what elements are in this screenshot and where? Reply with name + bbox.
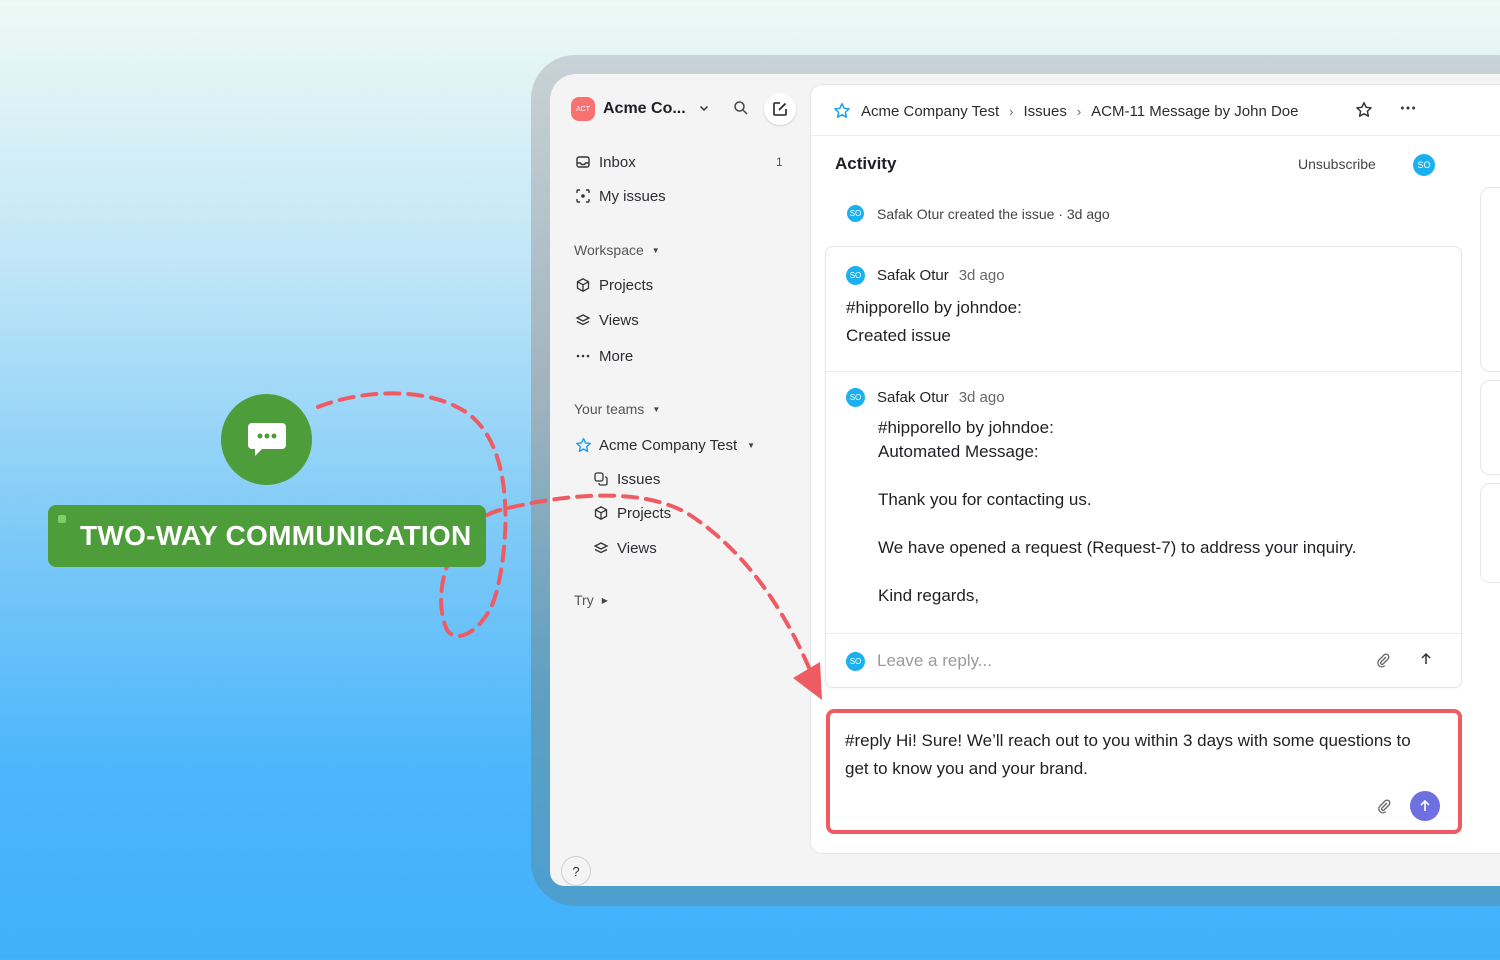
try-section-header[interactable]: Try ▶: [574, 592, 608, 608]
workspace-section-header[interactable]: Workspace ▼: [574, 242, 660, 258]
details-card: [1480, 380, 1500, 475]
search-icon[interactable]: [733, 100, 751, 118]
badge-dot: [58, 515, 66, 523]
breadcrumb-issues[interactable]: Issues: [1023, 103, 1066, 120]
sidebar-item-label: My issues: [599, 187, 666, 205]
compose-icon: [773, 102, 787, 116]
star-icon[interactable]: [833, 102, 851, 120]
caret-right-icon: ▶: [601, 595, 608, 605]
event-text: Safak Otur created the issue · 3d ago: [877, 205, 1110, 222]
target-icon: [574, 187, 592, 205]
teams-section-header[interactable]: Your teams ▼: [574, 401, 660, 417]
sidebar-item-label: Views: [617, 539, 657, 557]
caret-down-icon: ▼: [651, 245, 660, 255]
avatar: SO: [846, 266, 865, 285]
layers-icon: [592, 539, 610, 557]
breadcrumb: Acme Company Test › Issues › ACM-11 Mess…: [833, 101, 1299, 121]
sidebar-item-team-issues[interactable]: Issues: [592, 467, 660, 491]
details-card: [1480, 483, 1500, 583]
inbox-icon: [574, 153, 592, 171]
send-button[interactable]: [1410, 791, 1440, 821]
section-label: Try: [574, 592, 594, 608]
section-label: Workspace: [574, 242, 644, 258]
paperclip-icon[interactable]: [1375, 652, 1391, 668]
sidebar-item-more[interactable]: More: [574, 344, 633, 368]
comment-time: 3d ago: [958, 389, 1005, 406]
comment-composer[interactable]: #reply Hi! Sure! We’ll reach out to you …: [826, 709, 1462, 834]
favorite-star-icon[interactable]: [1355, 101, 1373, 124]
cube-icon: [592, 504, 610, 522]
sidebar-item-my-issues[interactable]: My issues: [574, 184, 666, 208]
sidebar-item-label: Projects: [599, 276, 654, 294]
reply-input[interactable]: [877, 651, 1347, 671]
feature-label: TWO-WAY COMMUNICATION: [48, 505, 486, 567]
details-card: [1480, 187, 1500, 372]
issue-panel: Acme Company Test › Issues › ACM-11 Mess…: [810, 84, 1500, 854]
chat-bubble-icon: [247, 422, 286, 456]
sidebar: ACT Acme Co... Inbox 1 My issues Workspa…: [550, 74, 810, 886]
comment-divider: [826, 371, 1461, 372]
reply-row: SO: [846, 651, 1347, 671]
layers-icon: [574, 311, 592, 329]
sidebar-item-label: More: [599, 347, 634, 365]
sidebar-item-team-projects[interactable]: Projects: [592, 501, 671, 525]
sidebar-item-label: Acme Company Test: [599, 436, 738, 454]
sidebar-item-label: Views: [599, 311, 639, 329]
sidebar-item-projects[interactable]: Projects: [574, 273, 653, 297]
sidebar-item-team-views[interactable]: Views: [592, 536, 657, 560]
compose-button[interactable]: [764, 93, 796, 125]
comment-header: SO Safak Otur 3d ago: [846, 388, 1005, 407]
inbox-count: 1: [776, 155, 783, 169]
breadcrumb-issue: ACM-11 Message by John Doe: [1091, 102, 1299, 120]
section-label: Your teams: [574, 401, 645, 417]
feature-label-text: TWO-WAY COMMUNICATION: [80, 520, 472, 551]
paperclip-icon[interactable]: [1376, 798, 1392, 814]
sidebar-item-inbox[interactable]: Inbox: [574, 150, 636, 174]
breadcrumb-team[interactable]: Acme Company Test: [861, 103, 999, 120]
chat-bubble-badge: [221, 394, 312, 485]
workspace-logo: ACT: [571, 97, 595, 121]
avatar: SO: [847, 205, 864, 222]
arrow-up-icon: [1420, 799, 1430, 811]
comment-body: #hipporello by johndoe: Created issue: [846, 298, 1022, 345]
caret-down-icon: ▼: [652, 404, 661, 414]
chevron-right-icon: ›: [1076, 103, 1082, 119]
avatar: SO: [846, 388, 865, 407]
sidebar-item-views[interactable]: Views: [574, 308, 639, 332]
sidebar-item-label: Issues: [617, 470, 661, 488]
help-button[interactable]: ?: [561, 856, 591, 886]
comment-author: Safak Otur: [877, 267, 949, 284]
header-divider: [811, 135, 1500, 136]
comment-header: SO Safak Otur 3d ago: [846, 266, 1005, 285]
sidebar-team-acme[interactable]: Acme Company Test ▼: [574, 433, 755, 457]
star-icon: [574, 436, 592, 454]
more-options-icon[interactable]: [1399, 99, 1417, 122]
ellipsis-icon: [574, 347, 592, 365]
workspace-switcher[interactable]: ACT Acme Co...: [571, 97, 710, 121]
comment-divider: [826, 633, 1461, 634]
activity-event: SO Safak Otur created the issue · 3d ago: [847, 205, 1110, 222]
caret-down-icon: ▼: [747, 440, 756, 450]
comment-author: Safak Otur: [877, 389, 949, 406]
sidebar-item-label: Inbox: [599, 153, 636, 171]
app-window: ACT Acme Co... Inbox 1 My issues Workspa…: [550, 74, 1500, 886]
comment-time: 3d ago: [958, 267, 1005, 284]
unsubscribe-button[interactable]: Unsubscribe: [1298, 156, 1376, 172]
chevron-right-icon: ›: [1009, 103, 1014, 119]
chevron-down-icon: [698, 102, 710, 117]
avatar[interactable]: SO: [1413, 154, 1435, 176]
activity-title: Activity: [835, 154, 897, 173]
comment-thread: SO Safak Otur 3d ago #hipporello by john…: [825, 246, 1462, 688]
comment-body: #hipporello by johndoe: Automated Messag…: [878, 418, 1357, 605]
cube-icon: [574, 276, 592, 294]
composer-text[interactable]: #reply Hi! Sure! We’ll reach out to you …: [845, 727, 1435, 783]
issues-icon: [592, 470, 610, 488]
arrow-up-icon[interactable]: [1419, 651, 1433, 670]
sidebar-item-label: Projects: [617, 504, 672, 522]
workspace-name: Acme Co...: [603, 100, 686, 117]
avatar: SO: [846, 651, 865, 671]
